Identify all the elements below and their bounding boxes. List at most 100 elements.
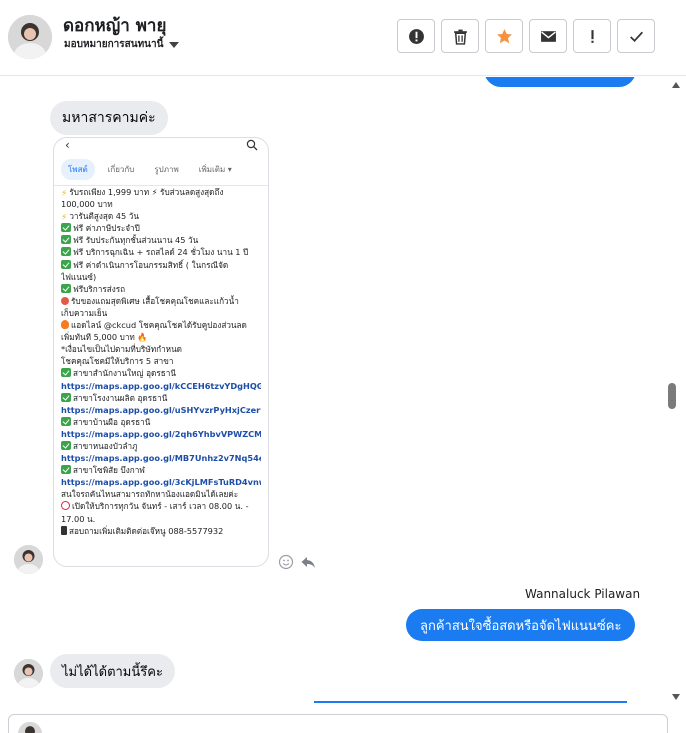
fire-emoji-icon bbox=[61, 320, 69, 330]
image-line-text: สอบถามเพิ่มเติมติดต่อเจ๊หนู 088-5577932 bbox=[69, 525, 224, 536]
message-thread[interactable]: มหาสารคามค่ะ ‹ โพสต์ เกี่ยวกับ รูปภาพ เพ… bbox=[0, 77, 667, 707]
image-text-line: ⚡ รับรถเพียง 1,999 บาท ⚡ รับส่วนลดสูงสุดถ… bbox=[61, 186, 261, 198]
done-button[interactable] bbox=[617, 19, 655, 53]
star-button[interactable] bbox=[485, 19, 523, 53]
image-line-text: ฟรี ค่าดำเนินการโอนกรรมสิทธิ์ ( ในกรณีจั… bbox=[73, 259, 229, 270]
check-emoji-icon bbox=[61, 392, 71, 402]
image-line-text: เปิดให้บริการทุกวัน จันทร์ - เสาร์ เวลา … bbox=[72, 501, 249, 512]
assign-conversation-dropdown[interactable]: มอบหมายการสนทนานี้ bbox=[64, 37, 180, 52]
bolt-emoji-icon: ⚡ bbox=[61, 189, 68, 199]
search-icon bbox=[246, 139, 258, 151]
image-line-text: ฟรีบริการส่งรถ bbox=[73, 283, 126, 294]
image-text-line: สนใจรถคันไหนสามารถทักหาน้องแอดมินได้เลยค… bbox=[61, 488, 261, 500]
conversation-header: ดอกหญ้า พายุ มอบหมายการสนทนานี้ bbox=[0, 0, 686, 76]
image-post-text: ⚡ รับรถเพียง 1,999 บาท ⚡ รับส่วนลดสูงสุดถ… bbox=[54, 186, 268, 537]
image-line-text: https://maps.app.goo.gl/uSHYvzrPyHxjCzer… bbox=[61, 404, 261, 415]
image-line-text: ฟรี รับประกันทุกชั้นส่วนนาน 45 วัน bbox=[73, 235, 199, 246]
image-text-line: สอบถามเพิ่มเติมติดต่อเจ๊หนู 088-5577932 bbox=[61, 525, 261, 537]
contact-name: ดอกหญ้า พายุ bbox=[63, 16, 167, 36]
image-map-link-line: https://maps.app.goo.gl/MB7Unhz2v7Nq54ej… bbox=[61, 452, 261, 464]
exclamation-icon bbox=[590, 29, 594, 43]
image-text-line: 100,000 บาท bbox=[61, 198, 261, 210]
image-line-text: https://maps.app.goo.gl/3cKjLMFsTuRD4vnw… bbox=[61, 477, 261, 488]
image-text-line: แอดไลน์ @ckcud โชคคุณโชคได้รับคูปองส่วนล… bbox=[61, 319, 261, 331]
image-line-text: https://maps.app.goo.gl/MB7Unhz2v7Nq54ej… bbox=[61, 453, 261, 464]
message-actions bbox=[278, 554, 316, 570]
image-map-link-line: https://maps.app.goo.gl/3cKjLMFsTuRD4vnw… bbox=[61, 476, 261, 488]
trash-icon bbox=[453, 29, 467, 45]
image-text-line: ฟรีบริการส่งรถ bbox=[61, 283, 261, 295]
image-text-line: ไฟแนนซ์) bbox=[61, 271, 261, 283]
message-text: ไม่ได้ได้ตามนี้รึคะ bbox=[62, 664, 163, 680]
check-emoji-icon bbox=[61, 416, 71, 426]
outgoing-message-bubble-partial bbox=[484, 77, 636, 87]
back-arrow-icon: ‹ bbox=[65, 138, 70, 152]
image-text-line: สาขาโซพิสัย บึงกาฬ bbox=[61, 464, 261, 476]
contact-avatar-small bbox=[14, 545, 43, 574]
image-line-text: แอดไลน์ @ckcud โชคคุณโชคได้รับคูปองส่วนล… bbox=[71, 320, 247, 331]
outgoing-message-bubble: ลูกค้าสนใจซื้อสดหรือจัดไฟแนนซ์คะ bbox=[406, 609, 636, 641]
check-emoji-icon bbox=[61, 440, 71, 450]
image-text-line: สาขาสำนักงานใหญ่ อุดรธานี bbox=[61, 367, 261, 379]
scroll-thumb[interactable] bbox=[668, 383, 676, 409]
alert-circle-icon bbox=[408, 28, 424, 44]
reply-icon[interactable] bbox=[300, 554, 316, 570]
image-line-text: โชคคุณโชคมีให้บริการ 5 สาขา bbox=[61, 356, 174, 367]
image-text-line: *เงื่อนไขเป็นไปตามที่บริษัทกำหนด bbox=[61, 343, 261, 355]
contact-avatar[interactable] bbox=[8, 15, 52, 59]
message-text: ลูกค้าสนใจซื้อสดหรือจัดไฟแนนซ์คะ bbox=[420, 618, 622, 634]
message-text: มหาสารคามค่ะ bbox=[62, 110, 156, 126]
image-line-text: 100,000 บาท bbox=[61, 199, 113, 210]
image-line-text: สาขาหนองบัวลำภู bbox=[73, 440, 138, 451]
smiley-react-icon[interactable] bbox=[278, 554, 294, 570]
shared-image-attachment[interactable]: ‹ โพสต์ เกี่ยวกับ รูปภาพ เพิ่มเติม ▾ ⚡ รั… bbox=[53, 137, 269, 567]
image-text-line: เก็บความเย็น bbox=[61, 307, 261, 319]
image-line-text: *เงื่อนไขเป็นไปตามที่บริษัทกำหนด bbox=[61, 344, 182, 355]
image-text-line: ฟรี ค่าดำเนินการโอนกรรมสิทธิ์ ( ในกรณีจั… bbox=[61, 259, 261, 271]
image-line-text: สาขาโรงงานผลิต อุดรธานี bbox=[73, 392, 168, 403]
image-map-link-line: https://maps.app.goo.gl/kCCEH6tzvYDgHQG9… bbox=[61, 380, 261, 392]
image-line-text: สาขาโซพิสัย บึงกาฬ bbox=[73, 465, 145, 476]
conversation-toolbar bbox=[397, 19, 655, 53]
image-line-text: https://maps.app.goo.gl/kCCEH6tzvYDgHQG9… bbox=[61, 380, 261, 391]
check-emoji-icon bbox=[61, 259, 71, 269]
outgoing-message-bubble-partial bbox=[314, 701, 627, 707]
image-line-text: สาขาสำนักงานใหญ่ อุดรธานี bbox=[73, 368, 176, 379]
assign-label: มอบหมายการสนทนานี้ bbox=[64, 39, 164, 50]
image-text-line: เปิดให้บริการทุกวัน จันทร์ - เสาร์ เวลา … bbox=[61, 500, 261, 512]
image-line-text: เก็บความเย็น bbox=[61, 307, 108, 318]
mail-button[interactable] bbox=[529, 19, 567, 53]
reply-composer[interactable] bbox=[8, 714, 668, 733]
image-tab-more: เพิ่มเติม ▾ bbox=[198, 165, 232, 174]
image-line-text: สาขาบ้านผือ อุดรธานี bbox=[73, 416, 151, 427]
image-tab-about: เกี่ยวกับ bbox=[107, 165, 135, 174]
image-line-text: https://maps.app.goo.gl/2qh6YhbvVPWZCMXW… bbox=[61, 428, 261, 439]
chevron-down-icon bbox=[169, 41, 180, 48]
scroll-down-arrow-icon[interactable] bbox=[672, 694, 680, 700]
image-tab-photos: รูปภาพ bbox=[154, 165, 179, 174]
image-map-link-line: https://maps.app.goo.gl/uSHYvzrPyHxjCzer… bbox=[61, 404, 261, 416]
image-text-line: ⚡ วารันตีสูงสุด 45 วัน bbox=[61, 210, 261, 222]
image-line-text: วารันตีสูงสุด 45 วัน bbox=[69, 211, 139, 222]
check-emoji-icon bbox=[61, 465, 71, 475]
check-emoji-icon bbox=[61, 247, 71, 257]
envelope-icon bbox=[540, 30, 556, 42]
report-button[interactable] bbox=[397, 19, 435, 53]
delete-button[interactable] bbox=[441, 19, 479, 53]
follow-up-button[interactable] bbox=[573, 19, 611, 53]
image-line-text: สนใจรถคันไหนสามารถทักหาน้องแอดมินได้เลยค… bbox=[61, 489, 239, 500]
image-text-line: รับของแถมสุดพิเศษ เสื้อโชคคุณโชคและแก้วน… bbox=[61, 295, 261, 307]
image-text-line: สาขาโรงงานผลิต อุดรธานี bbox=[61, 392, 261, 404]
scroll-up-arrow-icon[interactable] bbox=[672, 82, 680, 88]
thread-scrollbar[interactable] bbox=[667, 77, 686, 707]
check-emoji-icon bbox=[61, 368, 71, 378]
image-text-line: โชคคุณโชคมีให้บริการ 5 สาขา bbox=[61, 355, 261, 367]
image-line-text: เพิ่มทันที 5,000 บาท 🔥 bbox=[61, 332, 148, 343]
incoming-message-bubble: มหาสารคามค่ะ bbox=[50, 101, 168, 135]
contact-avatar-small bbox=[14, 659, 43, 688]
incoming-message-bubble: ไม่ได้ได้ตามนี้รึคะ bbox=[50, 654, 175, 688]
check-emoji-icon bbox=[61, 223, 71, 233]
image-text-line: ฟรี ค่าภาษีประจำปี bbox=[61, 222, 261, 234]
bolt-emoji-icon: ⚡ bbox=[61, 213, 68, 223]
image-map-link-line: https://maps.app.goo.gl/2qh6YhbvVPWZCMXW… bbox=[61, 428, 261, 440]
